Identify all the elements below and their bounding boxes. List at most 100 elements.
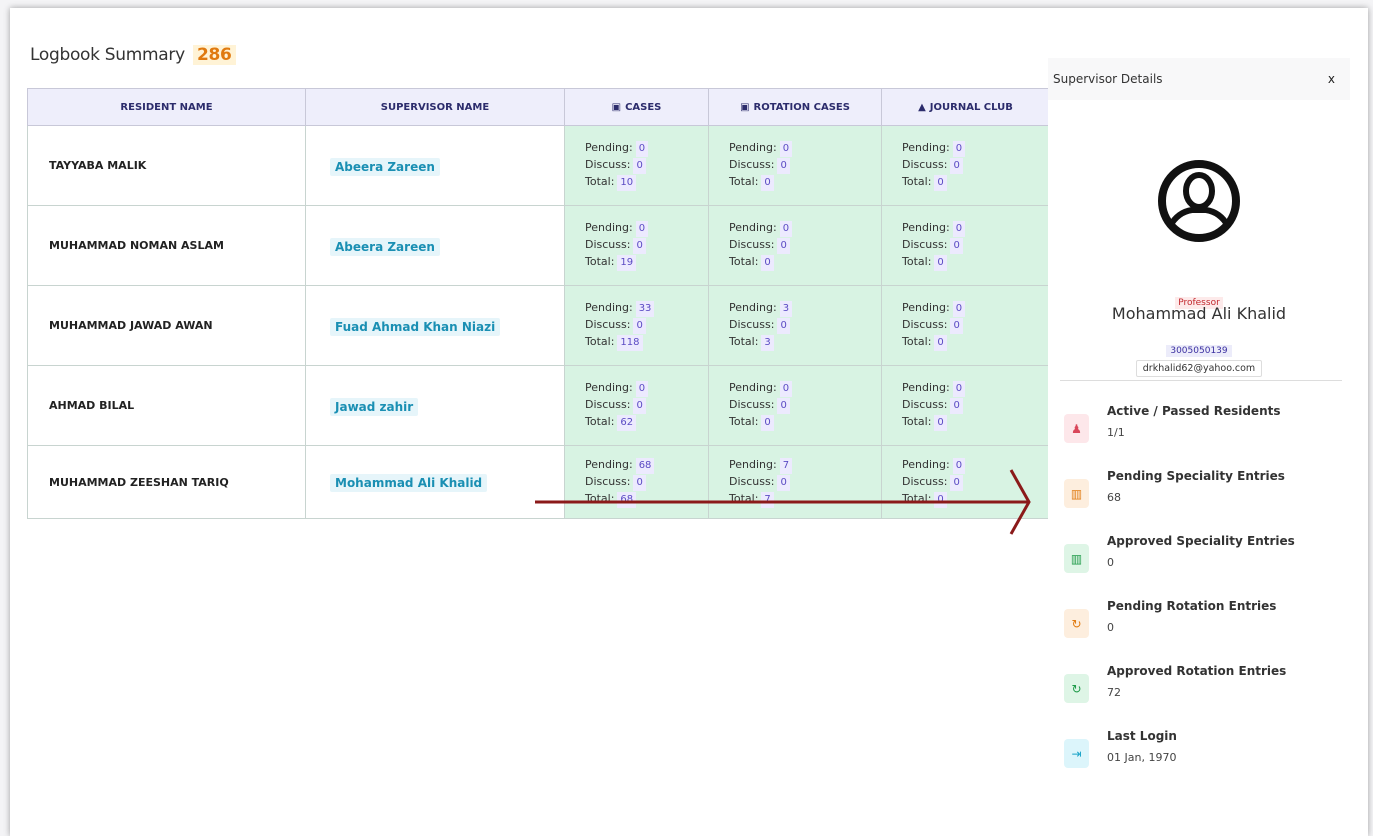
- discuss-line: Discuss: 0: [902, 237, 1049, 254]
- total-label: Total:: [902, 335, 932, 348]
- total-line: Total: 118: [585, 334, 708, 351]
- rotation-stats-cell: Pending: 0 Discuss: 0 Total: 0: [708, 205, 882, 286]
- briefcase-icon: ▣: [611, 101, 622, 113]
- discuss-value: 0: [777, 398, 790, 414]
- discuss-label: Discuss:: [729, 398, 775, 411]
- pending-line: Pending: 0: [902, 380, 1049, 397]
- discuss-label: Discuss:: [729, 318, 775, 331]
- total-value: 118: [617, 335, 643, 351]
- discuss-value: 0: [950, 158, 963, 174]
- table-row[interactable]: MUHAMMAD NOMAN ASLAM Abeera Zareen Pending…: [27, 205, 1050, 286]
- total-label: Total:: [729, 415, 759, 428]
- discuss-value: 0: [950, 318, 963, 334]
- total-line: Total: 0: [902, 254, 1049, 271]
- header-supervisor-name[interactable]: SUPERVISOR NAME: [305, 88, 565, 126]
- stat-item: ▥ Approved Speciality Entries 0: [1064, 534, 1344, 597]
- resident-name: TAYYABA MALIK: [27, 125, 306, 206]
- resident-name: MUHAMMAD NOMAN ASLAM: [27, 205, 306, 286]
- table-row[interactable]: MUHAMMAD JAWAD AWAN Fuad Ahmad Khan Niazi…: [27, 285, 1050, 366]
- stat-item: ♟ Active / Passed Residents 1/1: [1064, 404, 1344, 467]
- page: Logbook Summary 286 RESIDENT NAME SUPERV…: [10, 8, 1368, 836]
- total-line: Total: 0: [729, 414, 881, 431]
- total-value: 0: [934, 175, 947, 191]
- pending-line: Pending: 0: [585, 140, 708, 157]
- discuss-label: Discuss:: [902, 318, 948, 331]
- arrow-annotation: [535, 469, 1031, 535]
- supervisor-name-link[interactable]: Fuad Ahmad Khan Niazi: [330, 317, 501, 336]
- pending-label: Pending:: [729, 221, 777, 234]
- discuss-label: Discuss:: [585, 398, 631, 411]
- discuss-line: Discuss: 0: [585, 237, 708, 254]
- cases-stats-cell: Pending: 0 Discuss: 0 Total: 19: [564, 205, 709, 286]
- total-value: 62: [617, 415, 637, 431]
- total-label: Total:: [902, 415, 932, 428]
- page-title: Logbook Summary 286: [30, 45, 236, 65]
- pending-label: Pending:: [902, 301, 950, 314]
- header-cases-label: CASES: [625, 101, 662, 113]
- discuss-label: Discuss:: [902, 398, 948, 411]
- table-row[interactable]: AHMAD BILAL Jawad zahir Pending: 0 Discuss: 0…: [27, 365, 1050, 446]
- header-journal-label: JOURNAL CLUB: [929, 101, 1013, 113]
- briefcase-icon: ▥: [1064, 544, 1089, 573]
- pending-label: Pending:: [902, 381, 950, 394]
- discuss-line: Discuss: 0: [585, 317, 708, 334]
- total-line: Total: 0: [902, 414, 1049, 431]
- refresh-icon: ↻: [1064, 609, 1089, 638]
- total-label: Total:: [729, 255, 759, 268]
- header-resident-name[interactable]: RESIDENT NAME: [27, 88, 306, 126]
- total-line: Total: 10: [585, 174, 708, 191]
- total-label: Total:: [729, 175, 759, 188]
- pending-label: Pending:: [585, 141, 633, 154]
- discuss-line: Discuss: 0: [729, 157, 881, 174]
- header-journal-club[interactable]: ▲ JOURNAL CLUB: [881, 88, 1050, 126]
- pending-line: Pending: 0: [729, 140, 881, 157]
- discuss-value: 0: [633, 318, 646, 334]
- discuss-value: 0: [633, 158, 646, 174]
- refresh-icon: ↻: [1064, 674, 1089, 703]
- page-title-text: Logbook Summary: [30, 45, 185, 65]
- stat-value: 0: [1107, 621, 1114, 634]
- header-rotation-cases[interactable]: ▣ ROTATION CASES: [708, 88, 882, 126]
- pending-line: Pending: 0: [729, 380, 881, 397]
- resident-name: AHMAD BILAL: [27, 365, 306, 446]
- supervisor-name-link[interactable]: Jawad zahir: [330, 397, 419, 416]
- supervisor-name-link[interactable]: Abeera Zareen: [330, 237, 440, 256]
- pending-label: Pending:: [729, 301, 777, 314]
- supervisor-stats-list: ♟ Active / Passed Residents 1/1 ▥ Pending…: [1064, 404, 1344, 794]
- cases-stats-cell: Pending: 33 Discuss: 0 Total: 118: [564, 285, 709, 366]
- discuss-value: 0: [633, 398, 646, 414]
- total-line: Total: 3: [729, 334, 881, 351]
- total-line: Total: 0: [729, 254, 881, 271]
- supervisor-name-link[interactable]: Abeera Zareen: [330, 157, 440, 176]
- pending-label: Pending:: [902, 221, 950, 234]
- pending-line: Pending: 0: [729, 220, 881, 237]
- stat-value: 72: [1107, 686, 1121, 699]
- stat-label: Approved Speciality Entries: [1107, 534, 1295, 548]
- stat-value: 1/1: [1107, 426, 1125, 439]
- journal-stats-cell: Pending: 0 Discuss: 0 Total: 0: [881, 125, 1050, 206]
- pending-line: Pending: 33: [585, 300, 708, 317]
- close-button[interactable]: x: [1328, 72, 1335, 86]
- discuss-line: Discuss: 0: [902, 157, 1049, 174]
- supervisor-name-link[interactable]: Mohammad Ali Khalid: [330, 474, 488, 492]
- rotation-stats-cell: Pending: 0 Discuss: 0 Total: 0: [708, 125, 882, 206]
- pending-label: Pending:: [585, 381, 633, 394]
- discuss-line: Discuss: 0: [902, 317, 1049, 334]
- pending-label: Pending:: [585, 221, 633, 234]
- summary-count: 286: [192, 45, 236, 65]
- stat-value: 01 Jan, 1970: [1107, 751, 1177, 764]
- table-row[interactable]: TAYYABA MALIK Abeera Zareen Pending: 0 Discu…: [27, 125, 1050, 206]
- total-line: Total: 62: [585, 414, 708, 431]
- stat-item: ⇥ Last Login 01 Jan, 1970: [1064, 729, 1344, 792]
- stat-value: 0: [1107, 556, 1114, 569]
- briefcase-icon: ▥: [1064, 479, 1089, 508]
- header-cases[interactable]: ▣ CASES: [564, 88, 709, 126]
- discuss-value: 0: [777, 318, 790, 334]
- total-label: Total:: [585, 255, 615, 268]
- pending-value: 0: [952, 381, 966, 397]
- total-value: 10: [617, 175, 637, 191]
- discuss-label: Discuss:: [729, 158, 775, 171]
- discuss-value: 0: [950, 398, 963, 414]
- total-value: 19: [617, 255, 637, 271]
- pending-value: 0: [952, 141, 966, 157]
